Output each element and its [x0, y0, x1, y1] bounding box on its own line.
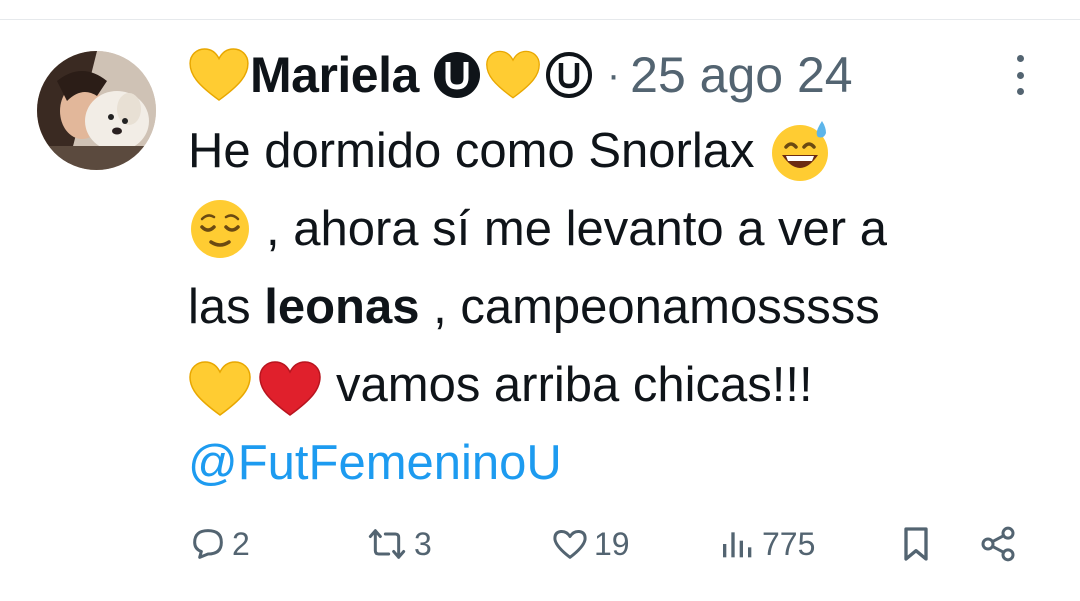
share-button[interactable]	[978, 516, 1022, 572]
yellow-heart-icon	[188, 48, 250, 102]
author-name[interactable]: Mariela	[250, 46, 419, 104]
avatar-image	[37, 51, 156, 170]
tweet-header: Mariela · 25 ago 24	[188, 40, 1038, 110]
header-separator: ·	[606, 52, 621, 97]
u-logo-outline-icon	[545, 51, 593, 99]
yellow-heart-icon	[485, 48, 541, 102]
tweet-line-5: @FutFemeninoU	[188, 424, 1058, 502]
like-count: 19	[594, 525, 630, 562]
yellow-heart-icon	[188, 353, 252, 417]
text-segment: vamos arriba chicas!!!	[336, 358, 813, 412]
sweat-smile-icon	[768, 119, 832, 183]
bold-text: leonas	[264, 280, 420, 334]
tweet-line-1: He dormido como Snorlax	[188, 112, 1058, 190]
share-icon	[981, 526, 1015, 562]
top-divider	[0, 19, 1080, 20]
text-segment: He dormido como Snorlax	[188, 124, 755, 178]
like-button[interactable]: 19	[550, 516, 630, 572]
u-logo-filled-icon	[433, 51, 481, 99]
text-segment: , ahora sí me levanto a ver a	[266, 202, 887, 256]
red-heart-icon	[258, 353, 322, 417]
retweet-button[interactable]: 3	[364, 516, 432, 572]
retweet-count: 3	[414, 525, 432, 562]
action-bar: 2 3 19 775	[188, 516, 1038, 572]
views-count: 775	[762, 525, 816, 562]
tweet-line-3: las leonas , campeonamosssss	[188, 268, 1058, 346]
tweet-text: He dormido como Snorlax , ahora sí me le…	[188, 112, 1058, 502]
like-icon	[553, 529, 587, 559]
tweet-date[interactable]: 25 ago 24	[630, 46, 852, 104]
retweet-icon	[368, 529, 406, 559]
views-button[interactable]: 775	[718, 516, 815, 572]
reply-icon	[193, 529, 223, 559]
bookmark-icon	[904, 527, 928, 561]
tweet-line-4: vamos arriba chicas!!!	[188, 346, 1058, 424]
tweet-line-2: , ahora sí me levanto a ver a	[188, 190, 1058, 268]
text-segment: , campeonamosssss	[433, 280, 880, 334]
reply-count: 2	[232, 525, 250, 562]
more-options-icon[interactable]	[1005, 55, 1035, 95]
bookmark-button[interactable]	[896, 516, 940, 572]
mention-link[interactable]: @FutFemeninoU	[188, 424, 562, 502]
views-icon	[723, 532, 752, 558]
avatar[interactable]	[37, 51, 156, 170]
relieved-face-icon	[188, 197, 252, 261]
text-segment: las	[188, 280, 251, 334]
reply-button[interactable]: 2	[188, 516, 250, 572]
